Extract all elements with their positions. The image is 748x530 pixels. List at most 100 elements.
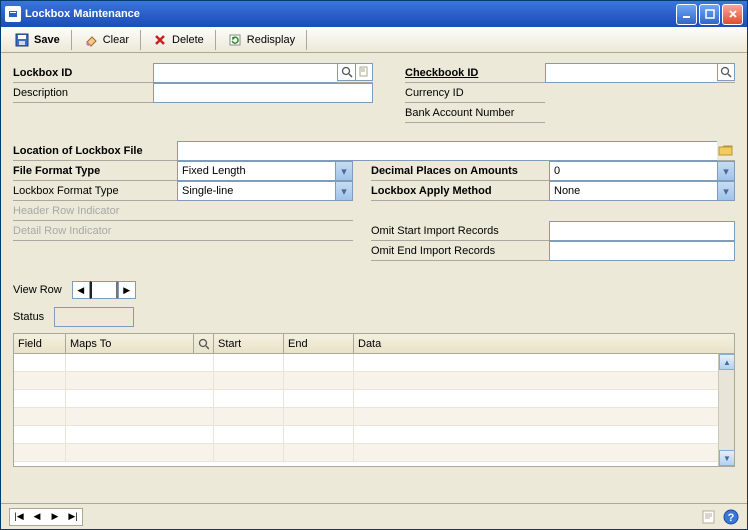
grid-scrollbar[interactable]: ▲ ▼	[718, 354, 734, 466]
lockbox-id-note[interactable]	[355, 63, 373, 81]
table-row[interactable]	[14, 354, 734, 372]
col-maps-to[interactable]: Maps To	[66, 334, 194, 353]
close-button[interactable]	[722, 4, 743, 25]
status-value	[54, 307, 134, 327]
window-title: Lockbox Maintenance	[25, 8, 676, 20]
view-row-prev[interactable]: ◀	[72, 281, 90, 299]
lockbox-format-type-label: Lockbox Format Type	[13, 181, 177, 200]
omit-end-input[interactable]	[549, 241, 735, 261]
bank-account-value	[545, 103, 735, 123]
grid-body[interactable]: ▲ ▼	[14, 354, 734, 466]
chevron-down-icon: ▾	[335, 182, 352, 200]
redisplay-button[interactable]: Redisplay	[218, 29, 304, 51]
save-label: Save	[34, 34, 60, 46]
titlebar: Lockbox Maintenance	[1, 1, 747, 27]
chevron-down-icon: ▾	[335, 162, 352, 180]
note-icon	[358, 66, 370, 78]
col-end[interactable]: End	[284, 334, 354, 353]
table-row[interactable]	[14, 408, 734, 426]
view-row-next[interactable]: ▶	[118, 281, 136, 299]
search-icon	[720, 66, 732, 78]
table-row[interactable]	[14, 372, 734, 390]
lockbox-id-lookup[interactable]	[337, 63, 355, 81]
clear-label: Clear	[103, 34, 129, 46]
bank-account-label: Bank Account Number	[405, 103, 545, 122]
lockbox-format-type-dropdown[interactable]: Single-line ▾	[177, 181, 353, 201]
omit-end-label: Omit End Import Records	[371, 241, 549, 260]
eraser-icon	[83, 32, 99, 48]
location-input[interactable]	[177, 141, 717, 161]
record-nav: |◀ ◀ ▶ ▶|	[9, 508, 83, 526]
table-row[interactable]	[14, 426, 734, 444]
apply-method-label: Lockbox Apply Method	[371, 181, 549, 200]
file-format-type-value: Fixed Length	[178, 165, 335, 177]
maximize-button[interactable]	[699, 4, 720, 25]
header-row-ind-label: Header Row Indicator	[13, 201, 177, 220]
svg-text:?: ?	[728, 512, 735, 524]
save-icon	[14, 32, 30, 48]
statusbar: |◀ ◀ ▶ ▶| ?	[1, 503, 747, 529]
file-format-type-label: File Format Type	[13, 161, 177, 180]
detail-row-ind-label: Detail Row Indicator	[13, 221, 177, 240]
toolbar: Save Clear Delete Redisplay	[1, 27, 747, 53]
search-icon	[341, 66, 353, 78]
file-format-type-dropdown[interactable]: Fixed Length ▾	[177, 161, 353, 181]
decimal-places-dropdown[interactable]: 0 ▾	[549, 161, 735, 181]
content-area: Lockbox ID Description	[1, 53, 747, 503]
detail-row-ind-value	[177, 221, 353, 240]
col-maps-to-lookup[interactable]	[194, 334, 214, 353]
location-browse[interactable]	[717, 141, 735, 159]
table-row[interactable]	[14, 390, 734, 408]
status-label: Status	[13, 311, 48, 323]
mapping-grid: Field Maps To Start End Data ▲ ▼	[13, 333, 735, 467]
scroll-up[interactable]: ▲	[719, 354, 734, 370]
col-data[interactable]: Data	[354, 334, 734, 353]
scroll-down[interactable]: ▼	[719, 450, 734, 466]
window-frame: Lockbox Maintenance Save Clear	[0, 0, 748, 530]
currency-id-value	[545, 83, 735, 103]
apply-method-dropdown[interactable]: None ▾	[549, 181, 735, 201]
redisplay-label: Redisplay	[247, 34, 295, 46]
nav-next[interactable]: ▶	[46, 509, 64, 525]
note-window-button[interactable]	[701, 509, 717, 525]
col-start[interactable]: Start	[214, 334, 284, 353]
description-label: Description	[13, 83, 153, 102]
currency-id-label: Currency ID	[405, 83, 545, 102]
col-field[interactable]: Field	[14, 334, 66, 353]
omit-start-input[interactable]	[549, 221, 735, 241]
folder-icon	[718, 143, 734, 157]
checkbook-id-lookup[interactable]	[717, 63, 735, 81]
clear-button[interactable]: Clear	[74, 29, 138, 51]
save-button[interactable]: Save	[5, 29, 69, 51]
description-input[interactable]	[153, 83, 373, 103]
help-icon: ?	[723, 509, 739, 525]
omit-start-label: Omit Start Import Records	[371, 221, 549, 240]
nav-prev[interactable]: ◀	[28, 509, 46, 525]
checkbook-id-input[interactable]	[545, 63, 717, 83]
view-row-label: View Row	[13, 284, 66, 296]
app-icon	[5, 6, 21, 22]
note-icon	[701, 509, 717, 525]
lockbox-id-input[interactable]	[153, 63, 337, 83]
apply-method-value: None	[550, 185, 717, 197]
chevron-down-icon: ▾	[717, 182, 734, 200]
delete-icon	[152, 32, 168, 48]
delete-button[interactable]: Delete	[143, 29, 213, 51]
delete-label: Delete	[172, 34, 204, 46]
header-row-ind-value	[177, 201, 353, 220]
view-row-value[interactable]	[90, 281, 118, 299]
chevron-down-icon: ▾	[717, 162, 734, 180]
decimal-places-label: Decimal Places on Amounts	[371, 161, 549, 180]
nav-first[interactable]: |◀	[10, 509, 28, 525]
search-icon	[198, 338, 209, 350]
lockbox-id-label: Lockbox ID	[13, 63, 153, 82]
nav-last[interactable]: ▶|	[64, 509, 82, 525]
location-label: Location of Lockbox File	[13, 141, 177, 160]
lockbox-format-type-value: Single-line	[178, 185, 335, 197]
refresh-icon	[227, 32, 243, 48]
checkbook-id-link[interactable]: Checkbook ID	[405, 63, 545, 82]
minimize-button[interactable]	[676, 4, 697, 25]
decimal-places-value: 0	[550, 165, 717, 177]
table-row[interactable]	[14, 444, 734, 462]
help-button[interactable]: ?	[723, 509, 739, 525]
